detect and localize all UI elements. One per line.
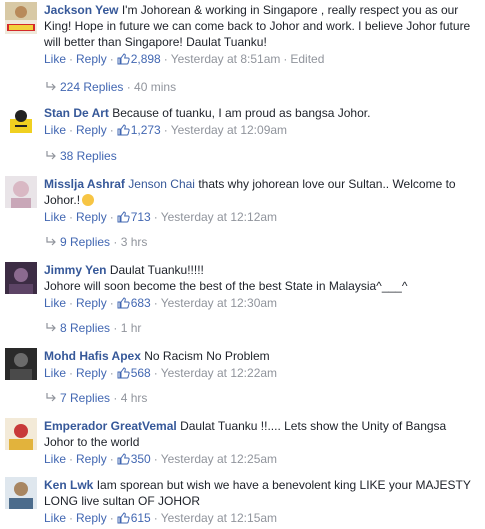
comment-body: Jimmy Yen Daulat Tuanku!!!!! Johore will… <box>44 262 479 314</box>
like-count[interactable]: 350 <box>131 452 151 466</box>
replies-count[interactable]: 224 Replies <box>60 80 123 94</box>
comment-time[interactable]: Yesterday at 12:22am <box>161 366 277 380</box>
reply-arrow-icon <box>44 322 60 338</box>
replies-link[interactable]: 7 Replies · 4 hrs <box>44 390 147 408</box>
like-button[interactable]: Like <box>44 366 66 380</box>
replies-link[interactable]: 224 Replies · 40 mins <box>44 79 176 97</box>
avatar[interactable] <box>5 262 37 294</box>
replies-link[interactable]: 9 Replies · 3 hrs <box>44 234 147 252</box>
thumbs-up-icon <box>117 512 130 529</box>
comment-author[interactable]: Jimmy Yen <box>44 263 106 277</box>
like-count[interactable]: 568 <box>131 366 151 380</box>
reply-arrow-icon <box>44 392 60 408</box>
avatar[interactable] <box>5 176 37 208</box>
comment-actions: Like · Reply · 713 · Yesterday at 12:12am <box>44 209 479 228</box>
like-button[interactable]: Like <box>44 52 66 66</box>
reply-arrow-icon <box>44 236 60 252</box>
reply-arrow-icon <box>44 150 60 166</box>
comment-body: Ken Lwk Iam sporean but wish we have a b… <box>44 477 479 529</box>
comment-body: Mohd Hafis Apex No Racism No Problem Lik… <box>44 348 479 384</box>
replies-count[interactable]: 8 Replies <box>60 321 110 335</box>
like-button[interactable]: Like <box>44 210 66 224</box>
comment-author[interactable]: Jackson Yew <box>44 3 119 17</box>
reply-button[interactable]: Reply <box>76 452 107 466</box>
replies-link[interactable]: 38 Replies <box>44 148 117 166</box>
thumbs-up-icon <box>117 297 130 314</box>
comment-author[interactable]: Stan De Art <box>44 106 109 120</box>
comment-author[interactable]: Emperador GreatVemal <box>44 419 177 433</box>
comment-time[interactable]: Yesterday at 12:30am <box>161 296 277 310</box>
like-button[interactable]: Like <box>44 123 66 137</box>
replies-time: 40 mins <box>134 80 177 94</box>
replies-time: 3 hrs <box>120 235 148 249</box>
comment-body: Stan De Art Because of tuanku, I am prou… <box>44 105 479 141</box>
like-count[interactable]: 683 <box>131 296 151 310</box>
like-button[interactable]: Like <box>44 452 66 466</box>
like-count[interactable]: 2,898 <box>131 52 161 66</box>
smiling-face-emoji-icon <box>82 194 95 206</box>
comment-time[interactable]: Yesterday at 12:12am <box>161 210 277 224</box>
comment-actions: Like · Reply · 1,273 · Yesterday at 12:09am <box>44 122 479 141</box>
avatar[interactable] <box>5 105 37 137</box>
comment-actions: Like · Reply · 683 · Yesterday at 12:30am <box>44 295 479 314</box>
comment-text: Daulat Tuanku!!!!! <box>109 263 204 277</box>
comment-time[interactable]: Yesterday at 12:25am <box>161 452 277 466</box>
reply-button[interactable]: Reply <box>76 511 107 525</box>
reply-button[interactable]: Reply <box>76 296 107 310</box>
comment-body: Emperador GreatVemal Daulat Tuanku !!...… <box>44 418 479 470</box>
like-button[interactable]: Like <box>44 296 66 310</box>
replies-count[interactable]: 7 Replies <box>60 391 110 405</box>
thumbs-up-icon <box>117 53 130 70</box>
replies-time: 1 hr <box>120 321 142 335</box>
comment-body: Jackson Yew I'm Johorean & working in Si… <box>44 2 479 70</box>
comment-author[interactable]: Ken Lwk <box>44 478 93 492</box>
comment-body: Misslja Ashraf Jenson Chai thats why joh… <box>44 176 479 228</box>
reply-button[interactable]: Reply <box>76 210 107 224</box>
reply-button[interactable]: Reply <box>76 123 107 137</box>
avatar[interactable] <box>5 348 37 380</box>
reply-arrow-icon <box>44 81 60 97</box>
comment-actions: Like · Reply · 2,898 · Yesterday at 8:51am · Edi… <box>44 51 479 70</box>
thumbs-up-icon <box>117 124 130 141</box>
replies-link[interactable]: 8 Replies · 1 hr <box>44 320 141 338</box>
replies-time: 4 hrs <box>120 391 148 405</box>
avatar[interactable] <box>5 2 37 34</box>
comment-time[interactable]: Yesterday at 12:09am <box>171 123 287 137</box>
comment-text-line2: Johore will soon become the best of the … <box>44 279 408 293</box>
thumbs-up-icon <box>117 211 130 228</box>
thumbs-up-icon <box>117 367 130 384</box>
avatar[interactable] <box>5 477 37 509</box>
reply-button[interactable]: Reply <box>76 366 107 380</box>
like-count[interactable]: 713 <box>131 210 151 224</box>
comment-time[interactable]: Yesterday at 12:15am <box>161 511 277 525</box>
edited-label[interactable]: Edited <box>290 52 324 66</box>
comment-text: Because of tuanku, I am proud as bangsa … <box>112 106 371 120</box>
avatar[interactable] <box>5 418 37 450</box>
like-count[interactable]: 615 <box>131 511 151 525</box>
thumbs-up-icon <box>117 453 130 470</box>
comment-actions: Like · Reply · 615 · Yesterday at 12:15am <box>44 510 479 529</box>
comment-time[interactable]: Yesterday at 8:51am <box>171 52 281 66</box>
like-button[interactable]: Like <box>44 511 66 525</box>
reply-button[interactable]: Reply <box>76 52 107 66</box>
comment-actions: Like · Reply · 568 · Yesterday at 12:22am <box>44 365 479 384</box>
like-count[interactable]: 1,273 <box>131 123 161 137</box>
comment-text: No Racism No Problem <box>144 349 270 363</box>
replies-count[interactable]: 9 Replies <box>60 235 110 249</box>
comment-author[interactable]: Mohd Hafis Apex <box>44 349 141 363</box>
replies-count[interactable]: 38 Replies <box>60 149 117 163</box>
tagged-user[interactable]: Jenson Chai <box>128 177 195 191</box>
comment-text: Iam sporean but wish we have a benevolen… <box>44 478 471 508</box>
comment-actions: Like · Reply · 350 · Yesterday at 12:25am <box>44 451 479 470</box>
comment-author[interactable]: Misslja Ashraf <box>44 177 125 191</box>
